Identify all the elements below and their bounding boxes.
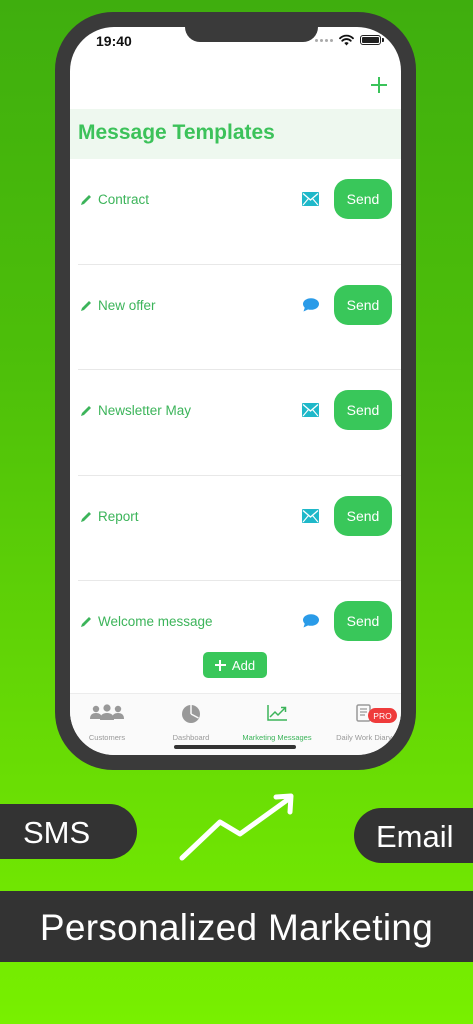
send-button[interactable]: Send <box>334 601 392 641</box>
template-list: Contract Send New offer Send Newsletter … <box>70 159 401 687</box>
add-button[interactable]: Add <box>203 652 267 678</box>
home-indicator <box>174 745 296 749</box>
tab-label: Customers <box>88 733 126 742</box>
phone-frame: 19:40 Message Templates Contract Send Ne… <box>55 12 416 770</box>
template-label: Report <box>98 508 139 524</box>
sms-bubble-icon <box>303 297 319 311</box>
send-button[interactable]: Send <box>334 179 392 219</box>
battery-icon <box>360 35 384 45</box>
pencil-icon <box>81 195 91 205</box>
pencil-icon <box>81 300 91 311</box>
sms-label: SMS <box>23 815 91 850</box>
cellular-signal-icon <box>315 38 333 42</box>
marketing-banner: Personalized Marketing <box>0 891 473 962</box>
send-button[interactable]: Send <box>334 495 392 536</box>
trend-chart-icon <box>267 705 287 721</box>
template-label: Welcome message <box>98 614 213 629</box>
pro-badge: PRO <box>368 708 397 723</box>
pie-chart-icon <box>182 705 200 723</box>
pencil-icon <box>81 617 91 627</box>
tab-label: Marketing Messages <box>242 733 312 742</box>
trend-up-arrow-icon <box>179 793 294 861</box>
template-label: Newsletter May <box>98 403 192 418</box>
email-icon <box>302 403 319 417</box>
tab-customers[interactable]: Customers <box>70 694 144 744</box>
tab-dashboard[interactable]: Dashboard <box>154 694 228 744</box>
template-row-contract[interactable]: Contract Send <box>78 159 401 265</box>
template-row-newsletter-may[interactable]: Newsletter May Send <box>78 370 401 476</box>
send-button[interactable]: Send <box>334 284 392 325</box>
email-label: Email <box>376 819 454 854</box>
sms-bubble-icon <box>303 614 319 628</box>
people-icon <box>90 704 124 720</box>
tab-label: Daily Work Diary <box>336 733 392 742</box>
tab-label: Dashboard <box>172 733 210 742</box>
sms-pill: SMS <box>0 804 137 859</box>
add-template-icon[interactable] <box>371 77 387 93</box>
device-notch <box>185 27 318 42</box>
template-label: New offer <box>98 297 156 313</box>
status-indicators <box>315 34 384 46</box>
pencil-icon <box>81 511 91 522</box>
send-button[interactable]: Send <box>334 390 392 430</box>
template-row-new-offer[interactable]: New offer Send <box>78 265 401 370</box>
email-icon <box>302 508 319 523</box>
pencil-icon <box>81 406 91 416</box>
wifi-icon <box>339 34 354 46</box>
app-screen: 19:40 Message Templates Contract Send Ne… <box>70 27 401 755</box>
email-icon <box>302 192 319 206</box>
title-bar: Message Templates <box>70 109 401 159</box>
status-time: 19:40 <box>96 33 132 49</box>
plus-icon <box>214 659 226 671</box>
email-pill: Email <box>354 808 473 863</box>
banner-text: Personalized Marketing <box>39 907 434 948</box>
add-button-label: Add <box>231 657 256 673</box>
template-label: Contract <box>98 192 150 207</box>
tab-marketing-messages[interactable]: Marketing Messages <box>235 694 319 744</box>
template-row-report[interactable]: Report Send <box>78 476 401 581</box>
page-title: Message Templates <box>78 121 275 144</box>
